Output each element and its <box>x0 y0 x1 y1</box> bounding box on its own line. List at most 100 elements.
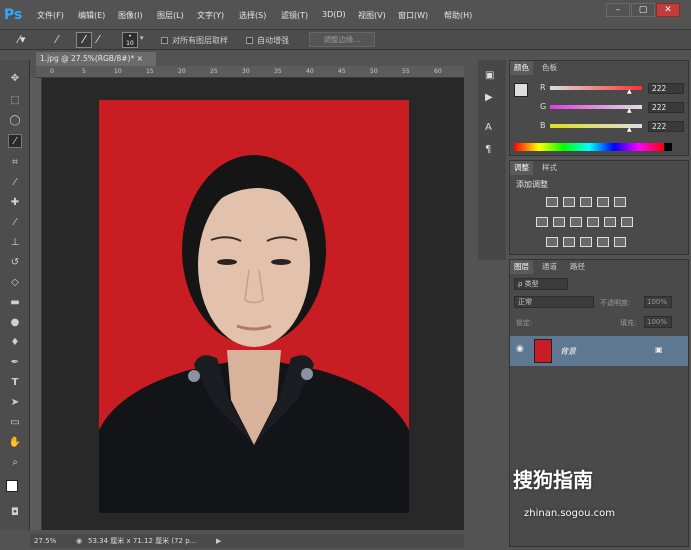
ruler-vertical <box>30 78 42 530</box>
history-panel-icon[interactable]: ▣ <box>485 70 499 84</box>
tab-layers[interactable]: 图层 <box>510 260 533 274</box>
character-panel-icon[interactable]: A <box>485 122 499 136</box>
black-white-adjustment-icon[interactable] <box>570 217 582 227</box>
threshold-adjustment-icon[interactable] <box>580 237 592 247</box>
red-slider-thumb[interactable]: ▲ <box>627 88 632 95</box>
refine-edge-button[interactable]: 调整边缘... <box>309 32 375 47</box>
channel-mixer-adjustment-icon[interactable] <box>604 217 616 227</box>
menu-bar: Ps 文件(F) 编辑(E) 图像(I) 图层(L) 文字(Y) 选择(S) 滤… <box>0 0 691 30</box>
menu-help[interactable]: 帮助(H) <box>444 10 472 21</box>
document-tab-close[interactable]: × <box>137 54 143 63</box>
menu-image[interactable]: 图像(I) <box>118 10 143 21</box>
green-value-input[interactable]: 222 <box>648 102 684 113</box>
history-brush-tool-icon[interactable]: ↺ <box>8 256 22 270</box>
dodge-tool-icon[interactable]: ♦ <box>8 336 22 350</box>
opacity-input[interactable]: 100% <box>644 296 672 308</box>
red-value-input[interactable]: 222 <box>648 83 684 94</box>
selective-color-adjustment-icon[interactable] <box>597 237 609 247</box>
blue-value-input[interactable]: 222 <box>648 121 684 132</box>
tab-adjustments[interactable]: 调整 <box>510 161 533 175</box>
brush-size-picker[interactable]: • 10 <box>122 32 138 48</box>
levels-adjustment-icon[interactable] <box>563 197 575 207</box>
tab-paths[interactable]: 路径 <box>566 260 589 274</box>
photo-filter-adjustment-icon[interactable] <box>587 217 599 227</box>
fill-input[interactable]: 100% <box>644 316 672 328</box>
minimize-button[interactable]: – <box>606 3 630 17</box>
lasso-tool-icon[interactable]: ◯ <box>8 114 22 128</box>
hue-saturation-adjustment-icon[interactable] <box>536 217 548 227</box>
posterize-adjustment-icon[interactable] <box>563 237 575 247</box>
menu-edit[interactable]: 编辑(E) <box>78 10 105 21</box>
green-slider-thumb[interactable]: ▲ <box>627 107 632 114</box>
foreground-color-box[interactable] <box>514 83 528 97</box>
document-tab[interactable]: 1.jpg @ 27.5%(RGB/8#)* × <box>36 52 156 66</box>
vibrance-adjustment-icon[interactable] <box>614 197 626 207</box>
auto-enhance-checkbox[interactable]: 自动增强 <box>246 35 289 46</box>
eyedropper-tool-icon[interactable]: ⁄ <box>8 176 22 190</box>
layer-filter-select[interactable]: ρ 类型 <box>514 278 568 290</box>
marquee-tool-icon[interactable]: ⬚ <box>8 94 22 108</box>
color-spectrum-bar[interactable] <box>514 143 664 151</box>
tab-color[interactable]: 颜色 <box>510 61 533 75</box>
shape-tool-icon[interactable]: ▭ <box>8 416 22 430</box>
curves-adjustment-icon[interactable] <box>580 197 592 207</box>
brush-dropdown-icon[interactable]: ▾ <box>140 34 146 46</box>
menu-window[interactable]: 窗口(W) <box>398 10 428 21</box>
spectrum-black-swatch[interactable] <box>664 143 672 151</box>
layer-visibility-eye-icon[interactable]: ◉ <box>516 344 526 354</box>
foreground-color-swatch[interactable] <box>6 480 18 492</box>
tab-channels[interactable]: 通道 <box>538 260 561 274</box>
hand-tool-icon[interactable]: ✋ <box>8 436 22 450</box>
menu-file[interactable]: 文件(F) <box>37 10 64 21</box>
layer-row-background[interactable]: ◉ 背景 ▣ <box>510 336 688 366</box>
sogou-watermark: 搜狗指南 <box>513 468 593 492</box>
menu-layer[interactable]: 图层(L) <box>157 10 184 21</box>
clone-stamp-tool-icon[interactable]: ⊥ <box>8 236 22 250</box>
menu-filter[interactable]: 滤镜(T) <box>281 10 308 21</box>
status-menu-arrow-icon[interactable]: ▶ <box>216 534 221 548</box>
quick-selection-preset-icon[interactable]: ⁄▾ <box>18 33 40 47</box>
blend-mode-select[interactable]: 正常 <box>514 296 594 308</box>
menu-view[interactable]: 视图(V) <box>358 10 386 21</box>
sample-all-layers-checkbox[interactable]: 对所有图层取样 <box>161 35 228 46</box>
new-selection-icon[interactable]: ⁄ <box>56 33 70 47</box>
menu-select[interactable]: 选择(S) <box>239 10 266 21</box>
layer-name[interactable]: 背景 <box>560 346 576 357</box>
photoshop-logo: Ps <box>4 7 23 23</box>
actions-panel-icon[interactable]: ▶ <box>485 92 499 106</box>
portrait-photo[interactable] <box>99 100 409 513</box>
crop-tool-icon[interactable]: ⌗ <box>8 156 22 170</box>
blur-tool-icon[interactable]: ● <box>8 316 22 330</box>
menu-3d[interactable]: 3D(D) <box>322 10 346 19</box>
paragraph-panel-icon[interactable]: ¶ <box>485 144 499 158</box>
color-balance-adjustment-icon[interactable] <box>553 217 565 227</box>
tab-swatches[interactable]: 色板 <box>538 61 561 75</box>
color-lookup-adjustment-icon[interactable] <box>621 217 633 227</box>
invert-adjustment-icon[interactable] <box>546 237 558 247</box>
zoom-tool-icon[interactable]: ⌕ <box>8 456 22 470</box>
quick-selection-tool-icon[interactable]: ⁄ <box>8 134 22 148</box>
close-button[interactable]: ✕ <box>656 3 680 17</box>
eraser-tool-icon[interactable]: ◇ <box>8 276 22 290</box>
subtract-selection-icon[interactable]: ⁄ <box>97 33 111 47</box>
brightness-adjustment-icon[interactable] <box>546 197 558 207</box>
restore-button[interactable]: ▢ <box>631 3 655 17</box>
pen-tool-icon[interactable]: ✒ <box>8 356 22 370</box>
layer-thumbnail <box>534 339 552 363</box>
exposure-adjustment-icon[interactable] <box>597 197 609 207</box>
gradient-map-adjustment-icon[interactable] <box>614 237 626 247</box>
path-selection-tool-icon[interactable]: ➤ <box>8 396 22 410</box>
menu-type[interactable]: 文字(Y) <box>197 10 224 21</box>
healing-brush-tool-icon[interactable]: ✚ <box>8 196 22 210</box>
add-to-selection-icon[interactable]: ⁄ <box>76 32 92 48</box>
zoom-level[interactable]: 27.5% <box>34 534 56 548</box>
move-tool-icon[interactable]: ✥ <box>8 72 22 86</box>
gradient-tool-icon[interactable]: ▬ <box>8 296 22 310</box>
blue-slider-thumb[interactable]: ▲ <box>627 126 632 133</box>
type-tool-icon[interactable]: T <box>8 376 22 390</box>
adjustments-panel: 调整 样式 添加调整 <box>509 160 689 255</box>
tab-styles[interactable]: 样式 <box>538 161 561 175</box>
quick-mask-icon[interactable]: ◘ <box>8 506 22 520</box>
brush-tool-icon[interactable]: ⁄ <box>8 216 22 230</box>
color-panel: 颜色 色板 R ▲ 222 G ▲ 222 B ▲ 222 <box>509 60 689 156</box>
